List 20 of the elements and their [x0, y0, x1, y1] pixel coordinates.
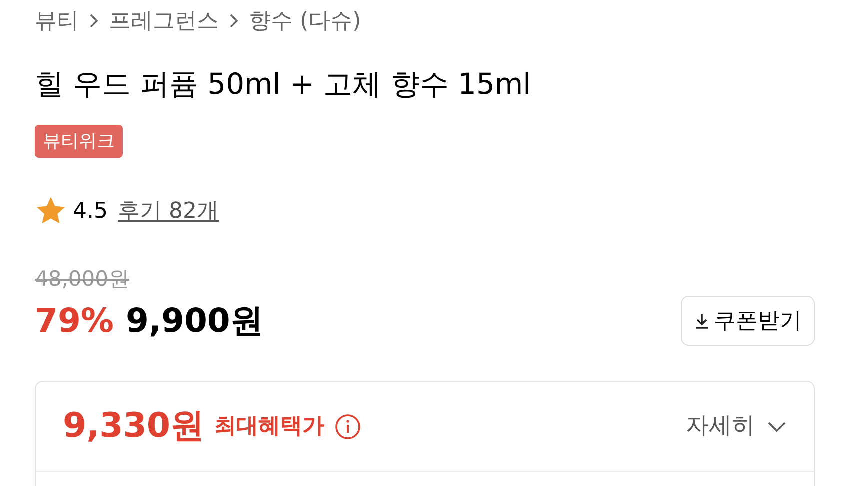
original-price: 48,000원	[35, 267, 130, 291]
max-benefit-price: 9,330원	[63, 405, 205, 448]
discount-rate: 79%	[35, 300, 114, 342]
breadcrumb-link[interactable]: 뷰티	[35, 4, 79, 38]
event-tag: 뷰티위크	[35, 125, 123, 158]
product-title: 힐 우드 퍼퓸 50ml + 고체 향수 15ml	[35, 66, 532, 103]
chevron-down-icon	[767, 420, 787, 432]
breadcrumb-link[interactable]: 프레그런스	[109, 4, 219, 38]
max-benefit-label: 최대혜택가	[214, 413, 325, 441]
star-icon	[35, 196, 67, 226]
sale-price: 9,900원	[126, 300, 264, 342]
chevron-right-icon	[229, 13, 239, 29]
rating-score: 4.5	[73, 198, 108, 226]
coupon-download-button[interactable]: 쿠폰받기	[681, 296, 815, 346]
download-icon	[694, 312, 710, 330]
breadcrumb-link[interactable]: 향수 (다슈)	[249, 4, 362, 38]
details-toggle[interactable]: 자세히	[686, 409, 787, 444]
chevron-right-icon	[89, 13, 99, 29]
info-icon[interactable]	[334, 414, 361, 440]
review-count-link[interactable]: 후기 82개	[118, 194, 219, 228]
